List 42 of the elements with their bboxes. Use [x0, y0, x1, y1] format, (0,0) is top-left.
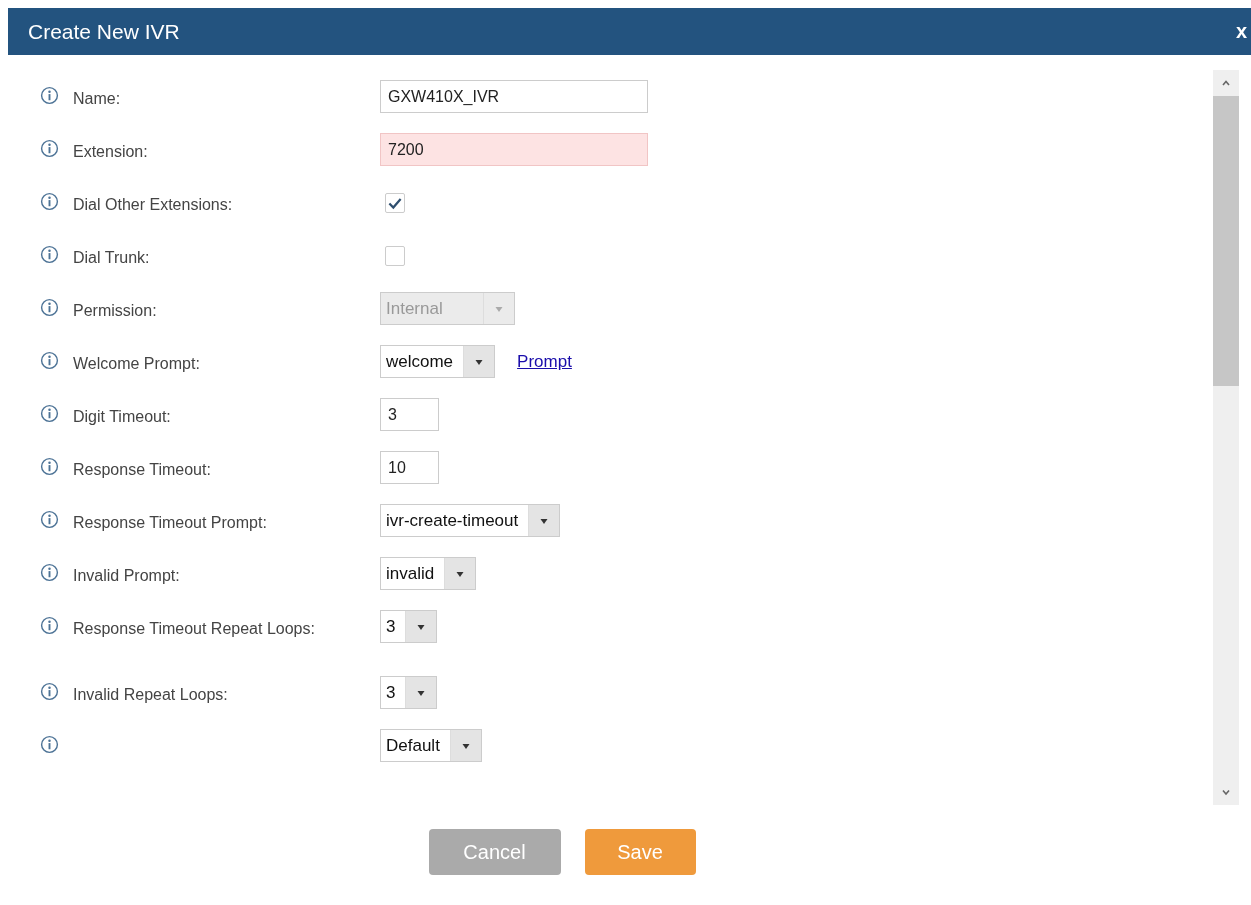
info-icon[interactable]: [40, 563, 59, 582]
info-icon[interactable]: [40, 616, 59, 635]
dropdown[interactable]: welcome: [380, 345, 496, 378]
field-label: Response Timeout Repeat Loops:: [73, 619, 316, 639]
scrollbar[interactable]: [1213, 70, 1239, 805]
field-label: Permission:: [73, 301, 158, 321]
checkbox[interactable]: [385, 193, 405, 213]
info-icon[interactable]: [40, 351, 59, 370]
info-icon[interactable]: [40, 404, 59, 423]
field-label: Digit Timeout:: [73, 407, 172, 427]
dropdown[interactable]: ivr-create-timeout: [380, 504, 561, 537]
dropdown[interactable]: Default: [380, 729, 482, 762]
dropdown[interactable]: 3: [380, 610, 438, 643]
field-label: Name:: [73, 89, 122, 109]
dropdown[interactable]: 3: [380, 676, 438, 709]
number-field[interactable]: 3: [380, 398, 439, 431]
number-field[interactable]: 10: [380, 451, 439, 484]
prompt-link[interactable]: Prompt: [517, 351, 572, 372]
info-icon[interactable]: [40, 245, 59, 264]
dropdown[interactable]: invalid: [380, 557, 477, 590]
checkbox[interactable]: [385, 246, 405, 266]
info-icon[interactable]: [40, 735, 59, 754]
dialog-title: Create New IVR: [28, 19, 180, 44]
field-label: Invalid Repeat Loops:: [73, 685, 229, 705]
info-icon[interactable]: [40, 192, 59, 211]
info-icon[interactable]: [40, 139, 59, 158]
info-icon[interactable]: [40, 510, 59, 529]
field-label: Extension:: [73, 142, 149, 162]
info-icon[interactable]: [40, 457, 59, 476]
text-field[interactable]: GXW410X_IVR: [380, 80, 648, 113]
field-label: Welcome Prompt:: [73, 354, 201, 374]
close-button[interactable]: x: [1235, 20, 1251, 43]
field-label: Invalid Prompt:: [73, 566, 181, 586]
field-label: Dial Other Extensions:: [73, 195, 234, 215]
info-icon[interactable]: [40, 682, 59, 701]
info-icon[interactable]: [40, 86, 59, 105]
scrollbar-thumb[interactable]: [1213, 96, 1239, 386]
field-label: Response Timeout:: [73, 460, 212, 480]
field-label: Response Timeout Prompt:: [73, 513, 268, 533]
field-label: Dial Trunk:: [73, 248, 151, 268]
text-field[interactable]: 7200: [380, 133, 648, 166]
info-icon[interactable]: [40, 298, 59, 317]
